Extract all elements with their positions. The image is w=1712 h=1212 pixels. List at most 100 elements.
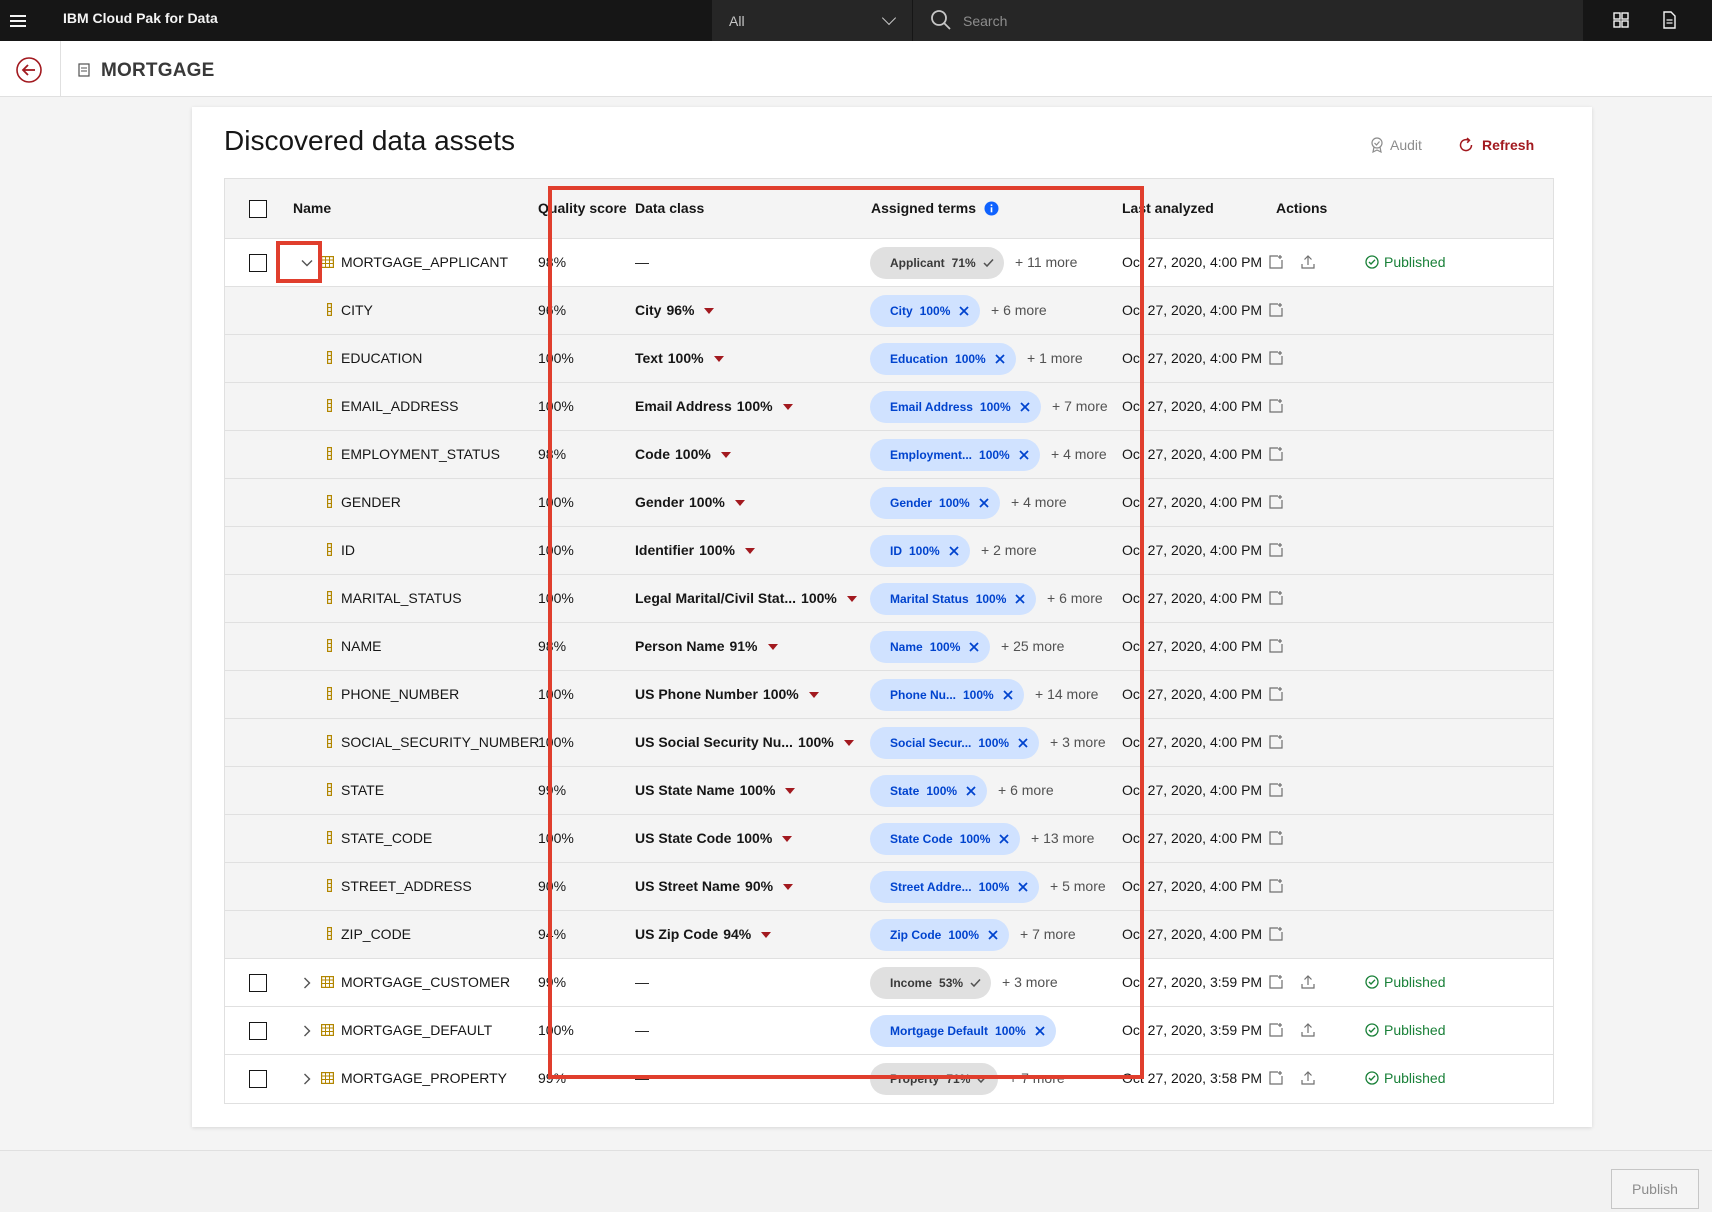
col-header-data-class[interactable]: Data class [635, 200, 704, 216]
data-class-cell[interactable]: Identifier 100% [635, 542, 755, 558]
caret-down-icon[interactable] [808, 692, 819, 699]
edit-icon[interactable] [1268, 350, 1284, 366]
asset-name[interactable]: EDUCATION [341, 350, 422, 366]
data-class-cell[interactable]: Gender 100% [635, 494, 745, 510]
publish-button[interactable]: Publish [1611, 1169, 1699, 1209]
table-row-column[interactable]: EDUCATION 100% Text 100% Education 100% + 1 mo… [225, 335, 1553, 383]
more-terms-link[interactable]: + 14 more [1035, 686, 1098, 702]
asset-name[interactable]: NAME [341, 638, 381, 654]
assigned-term-tag[interactable]: Name 100% [870, 631, 991, 663]
caret-down-icon[interactable] [782, 836, 793, 843]
table-row-column[interactable]: ID 100% Identifier 100% ID 100% + 2 more Oct 27… [225, 527, 1553, 575]
remove-term-icon[interactable] [965, 785, 977, 797]
assigned-term-tag[interactable]: Marital Status 100% [870, 583, 1037, 615]
assigned-term-tag[interactable]: Mortgage Default 100% [870, 1015, 1056, 1047]
table-row-column[interactable]: MARITAL_STATUS 100% Legal Marital/Civil St… [225, 575, 1553, 623]
asset-name[interactable]: EMAIL_ADDRESS [341, 398, 458, 414]
data-class-cell[interactable]: Email Address 100% [635, 398, 793, 414]
table-row-asset[interactable]: MORTGAGE_PROPERTY 99% — Property 71% + 7 more… [225, 1055, 1553, 1103]
edit-icon[interactable] [1268, 878, 1284, 894]
assigned-term-tag[interactable]: Phone Nu... 100% [870, 679, 1024, 711]
asset-name[interactable]: STATE [341, 782, 384, 798]
publish-upload-icon[interactable] [1300, 254, 1316, 270]
caret-down-icon[interactable] [704, 308, 715, 315]
remove-term-icon[interactable] [998, 833, 1010, 845]
table-row-column[interactable]: EMPLOYMENT_STATUS 98% Code 100% Employment..… [225, 431, 1553, 479]
edit-icon[interactable] [1268, 590, 1284, 606]
table-row-column[interactable]: CITY 96% City 96% City 100% + 6 more Oct 27, 20… [225, 287, 1553, 335]
caret-down-icon[interactable] [744, 548, 755, 555]
refresh-button[interactable]: Refresh [1458, 137, 1534, 153]
remove-term-icon[interactable] [1019, 401, 1031, 413]
asset-name[interactable]: PHONE_NUMBER [341, 686, 459, 702]
edit-icon[interactable] [1268, 254, 1284, 270]
asset-name[interactable]: MORTGAGE_CUSTOMER [341, 974, 510, 990]
assigned-term-tag[interactable]: ID 100% [870, 535, 970, 567]
assigned-term-tag[interactable]: State Code 100% [870, 823, 1021, 855]
document-icon[interactable] [1657, 8, 1681, 32]
table-row-column[interactable]: ZIP_CODE 94% US Zip Code 94% Zip Code 100% + 7… [225, 911, 1553, 959]
remove-term-icon[interactable] [1002, 689, 1014, 701]
remove-term-icon[interactable] [978, 497, 990, 509]
edit-icon[interactable] [1268, 302, 1284, 318]
remove-term-icon[interactable] [968, 641, 980, 653]
assigned-term-tag[interactable]: City 100% [870, 295, 981, 327]
table-row-column[interactable]: STREET_ADDRESS 90% US Street Name 90% Street… [225, 863, 1553, 911]
more-terms-link[interactable]: + 7 more [1052, 398, 1108, 414]
more-terms-link[interactable]: + 13 more [1031, 830, 1094, 846]
edit-icon[interactable] [1268, 782, 1284, 798]
more-terms-link[interactable]: + 6 more [998, 782, 1054, 798]
publish-upload-icon[interactable] [1300, 1070, 1316, 1086]
asset-name[interactable]: GENDER [341, 494, 401, 510]
row-select-checkbox[interactable] [249, 1022, 267, 1040]
row-select-checkbox[interactable] [249, 254, 267, 272]
asset-name[interactable]: CITY [341, 302, 373, 318]
more-terms-link[interactable]: + 5 more [1050, 878, 1106, 894]
table-row-column[interactable]: NAME 98% Person Name 91% Name 100% + 25 more Oc… [225, 623, 1553, 671]
asset-name[interactable]: STREET_ADDRESS [341, 878, 472, 894]
more-terms-link[interactable]: + 6 more [1047, 590, 1103, 606]
audit-button[interactable]: Audit [1370, 137, 1422, 153]
remove-term-icon[interactable] [1017, 881, 1029, 893]
more-terms-link[interactable]: + 7 more [1009, 1070, 1065, 1086]
more-terms-link[interactable]: + 3 more [1050, 734, 1106, 750]
more-terms-link[interactable]: + 1 more [1027, 350, 1083, 366]
assigned-term-tag[interactable]: Education 100% [870, 343, 1016, 375]
remove-term-icon[interactable] [987, 929, 999, 941]
caret-down-icon[interactable] [713, 356, 724, 363]
chevron-right-icon[interactable] [299, 1071, 315, 1087]
edit-icon[interactable] [1268, 542, 1284, 558]
asset-name[interactable]: ZIP_CODE [341, 926, 411, 942]
row-select-checkbox[interactable] [249, 974, 267, 992]
assigned-term-tag[interactable]: State 100% [870, 775, 988, 807]
assigned-term-tag[interactable]: Employment... 100% [870, 439, 1040, 471]
remove-term-icon[interactable] [1017, 737, 1029, 749]
data-class-cell[interactable]: US State Code 100% [635, 830, 793, 846]
search-scope-select[interactable]: All [712, 0, 912, 41]
edit-icon[interactable] [1268, 1070, 1284, 1086]
edit-icon[interactable] [1268, 398, 1284, 414]
caret-down-icon[interactable] [767, 644, 778, 651]
assigned-term-tag[interactable]: Zip Code 100% [870, 919, 1010, 951]
asset-name[interactable]: STATE_CODE [341, 830, 432, 846]
assigned-term-tag[interactable]: Street Addre... 100% [870, 871, 1040, 903]
caret-down-icon[interactable] [734, 500, 745, 507]
assigned-term-tag[interactable]: Applicant 71% [870, 247, 1004, 279]
edit-icon[interactable] [1268, 446, 1284, 462]
row-select-checkbox[interactable] [249, 1070, 267, 1088]
col-header-terms[interactable]: Assigned terms [871, 200, 999, 216]
edit-icon[interactable] [1268, 926, 1284, 942]
assigned-term-tag[interactable]: Social Secur... 100% [870, 727, 1040, 759]
asset-name[interactable]: ID [341, 542, 355, 558]
table-row-column[interactable]: EMAIL_ADDRESS 100% Email Address 100% Email … [225, 383, 1553, 431]
more-terms-link[interactable]: + 4 more [1011, 494, 1067, 510]
remove-term-icon[interactable] [958, 305, 970, 317]
hamburger-menu-icon[interactable] [8, 8, 34, 34]
data-class-cell[interactable]: US Social Security Nu... 100% [635, 734, 854, 750]
remove-term-icon[interactable] [1014, 593, 1026, 605]
col-header-name[interactable]: Name [293, 200, 331, 216]
more-terms-link[interactable]: + 4 more [1051, 446, 1107, 462]
data-class-cell[interactable]: Text 100% [635, 350, 724, 366]
chevron-right-icon[interactable] [299, 1023, 315, 1039]
select-all-checkbox[interactable] [249, 200, 267, 218]
